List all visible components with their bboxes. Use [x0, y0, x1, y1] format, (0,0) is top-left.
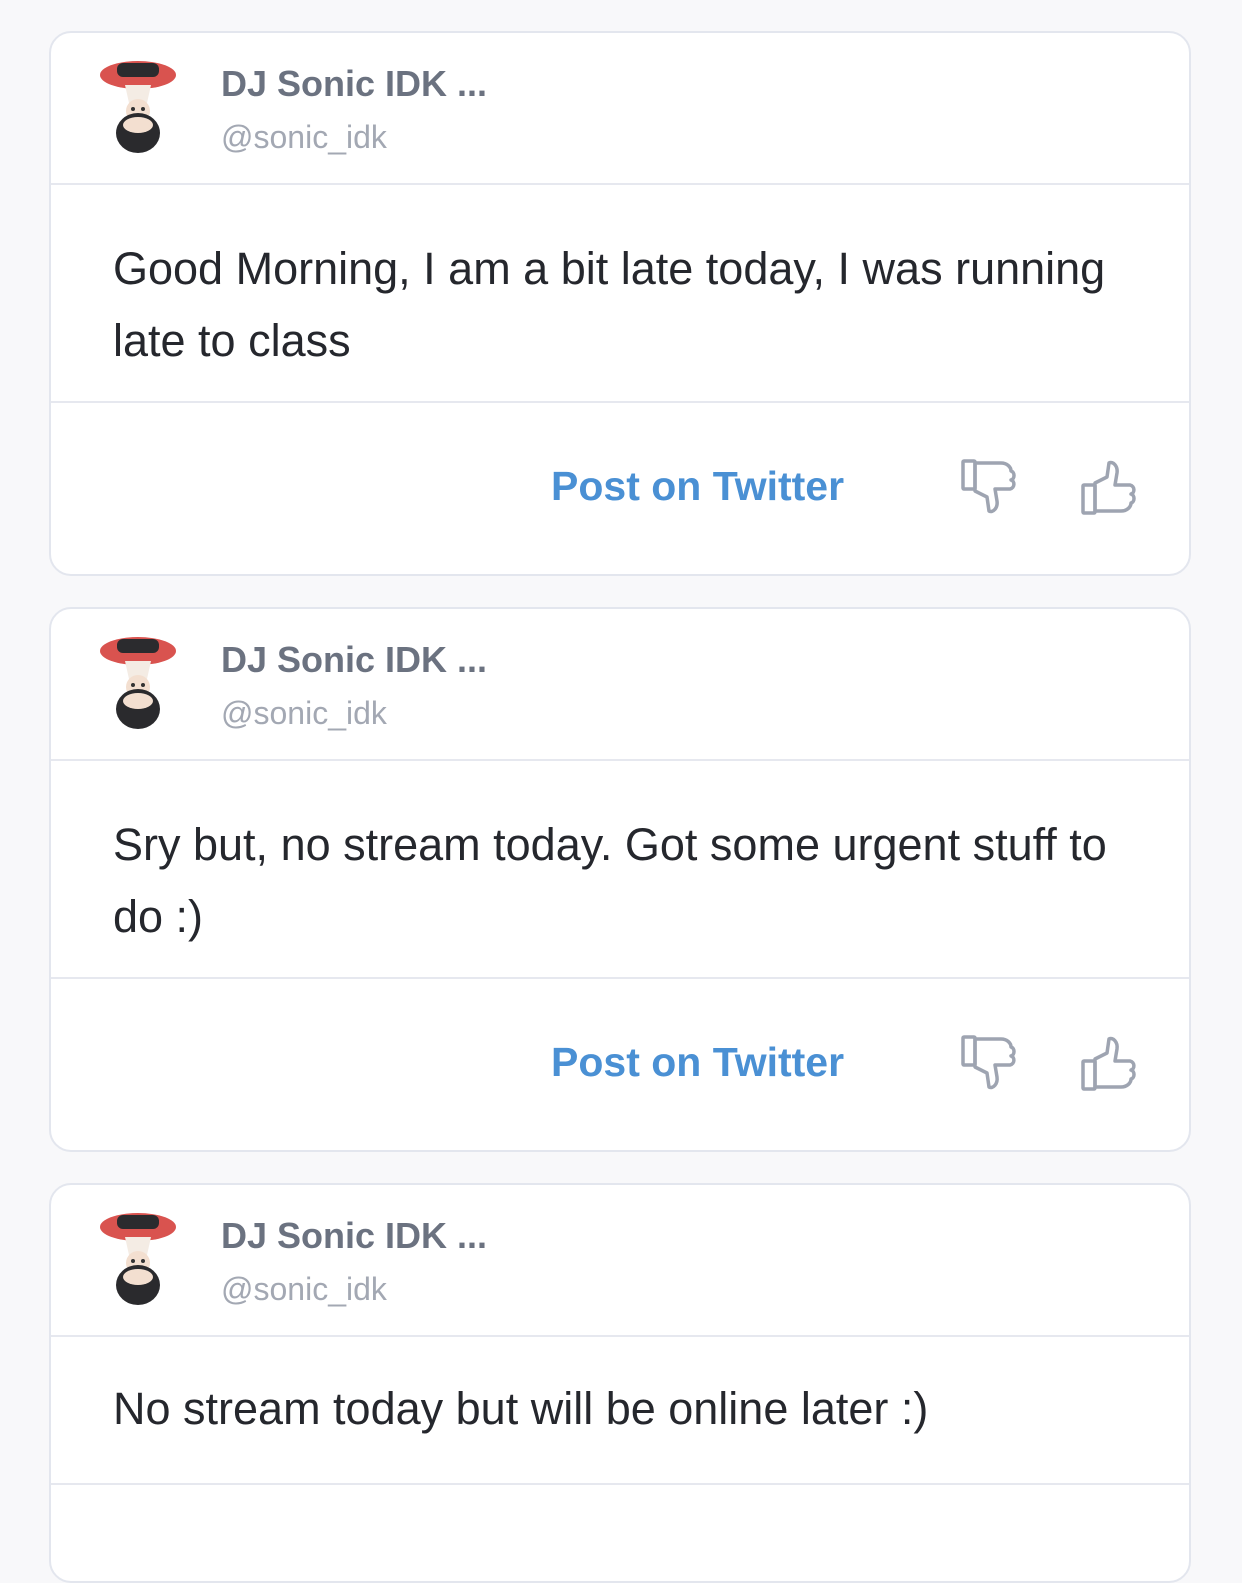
- author-handle[interactable]: @sonic_idk: [221, 1271, 387, 1308]
- post-actions: Post on Twitter: [51, 979, 1189, 1147]
- post-text: Sry but, no stream today. Got some urgen…: [51, 761, 1189, 979]
- post-header: DJ Sonic IDK ... @sonic_idk: [51, 609, 1189, 761]
- post-text: No stream today but will be online later…: [51, 1337, 1189, 1485]
- post-card: DJ Sonic IDK ... @sonic_idk Good Morning…: [49, 31, 1191, 576]
- post-on-twitter-link[interactable]: Post on Twitter: [551, 1039, 844, 1086]
- post-header: DJ Sonic IDK ... @sonic_idk: [51, 1185, 1189, 1337]
- post-text: Good Morning, I am a bit late today, I w…: [51, 185, 1189, 403]
- author-name[interactable]: DJ Sonic IDK ...: [221, 639, 487, 681]
- post-on-twitter-link[interactable]: Post on Twitter: [551, 463, 844, 510]
- thumbs-up-icon[interactable]: [1077, 455, 1141, 519]
- author-handle[interactable]: @sonic_idk: [221, 695, 387, 732]
- author-name[interactable]: DJ Sonic IDK ...: [221, 1215, 487, 1257]
- avatar[interactable]: [95, 1207, 181, 1309]
- post-card: DJ Sonic IDK ... @sonic_idk Sry but, no …: [49, 607, 1191, 1152]
- post-actions: Post on Twitter: [51, 403, 1189, 571]
- post-card: DJ Sonic IDK ... @sonic_idk No stream to…: [49, 1183, 1191, 1583]
- avatar[interactable]: [95, 631, 181, 733]
- thumbs-down-icon[interactable]: [957, 1031, 1021, 1095]
- author-name[interactable]: DJ Sonic IDK ...: [221, 63, 487, 105]
- thumbs-up-icon[interactable]: [1077, 1031, 1141, 1095]
- avatar[interactable]: [95, 55, 181, 157]
- thumbs-down-icon[interactable]: [957, 455, 1021, 519]
- author-handle[interactable]: @sonic_idk: [221, 119, 387, 156]
- post-header: DJ Sonic IDK ... @sonic_idk: [51, 33, 1189, 185]
